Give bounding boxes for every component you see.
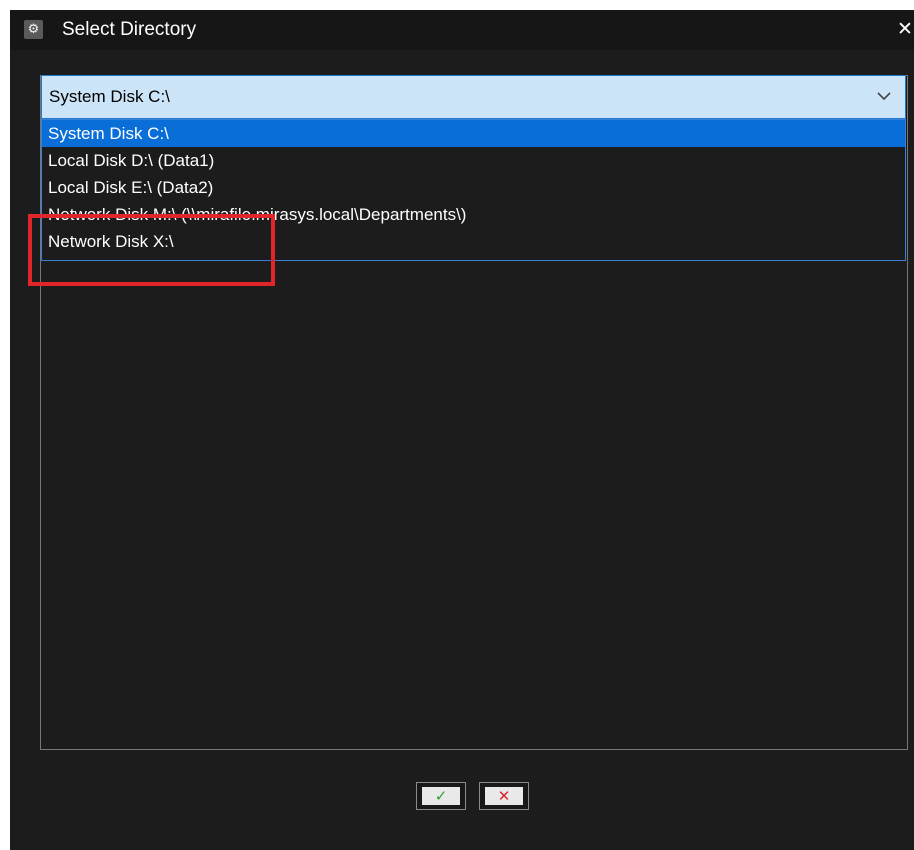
drive-dropdown-list: System Disk C:\ Local Disk D:\ (Data1) L… (41, 119, 906, 261)
dialog-title: Select Directory (62, 19, 197, 40)
title-bar: ⚙ Select Directory ✕ (10, 10, 914, 50)
drive-option-network-m[interactable]: Network Disk M:\ (\\mirafile.mirasys.loc… (42, 201, 905, 228)
ok-button[interactable]: ✓ (416, 782, 466, 810)
gear-icon: ⚙ (24, 20, 43, 39)
drive-select[interactable]: System Disk C:\ (41, 75, 906, 119)
chevron-down-icon[interactable] (875, 85, 893, 107)
drive-option-local-e[interactable]: Local Disk E:\ (Data2) (42, 174, 905, 201)
drive-option-network-x[interactable]: Network Disk X:\ (42, 228, 905, 255)
cross-icon: ✕ (485, 787, 523, 805)
drive-option-local-d[interactable]: Local Disk D:\ (Data1) (42, 147, 905, 174)
drive-option-system-c[interactable]: System Disk C:\ (42, 120, 905, 147)
checkmark-icon: ✓ (422, 787, 460, 805)
cancel-button[interactable]: ✕ (479, 782, 529, 810)
close-icon[interactable]: ✕ (896, 16, 914, 42)
drive-select-value: System Disk C:\ (49, 87, 170, 106)
select-directory-dialog: ⚙ Select Directory ✕ System Disk C:\ Sys… (10, 10, 914, 850)
